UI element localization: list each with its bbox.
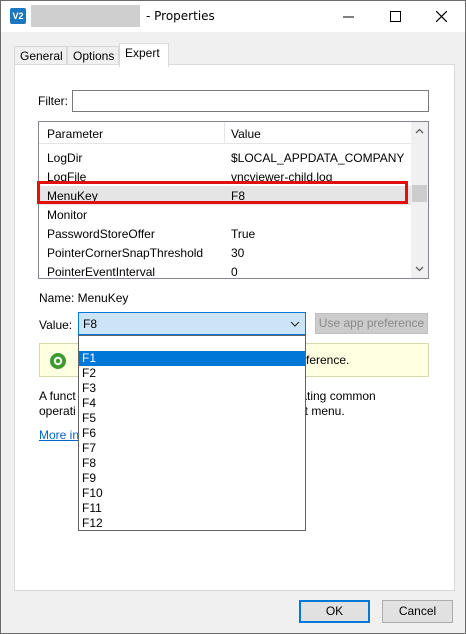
tab-strip: General Options Expert bbox=[14, 43, 455, 67]
column-header-parameter[interactable]: Parameter bbox=[47, 127, 103, 141]
redacted-title bbox=[31, 5, 140, 27]
option-item[interactable]: F12 bbox=[79, 516, 305, 531]
window-title: - Properties bbox=[146, 9, 215, 23]
selected-param-name: Name: MenuKey bbox=[39, 291, 129, 305]
value-dropdown-selected: F8 bbox=[83, 317, 98, 331]
ok-button[interactable]: OK bbox=[299, 600, 370, 623]
table-row[interactable]: LogFile vncviewer-child.log bbox=[39, 167, 411, 186]
description-line1-start: A funct bbox=[39, 389, 76, 403]
filter-label: Filter: bbox=[38, 94, 68, 108]
tab-general[interactable]: General bbox=[14, 46, 67, 66]
option-item[interactable]: F11 bbox=[79, 501, 305, 516]
chevron-down-icon bbox=[290, 321, 300, 327]
option-item[interactable]: F8 bbox=[79, 456, 305, 471]
param-name: LogFile bbox=[47, 170, 87, 184]
parameter-grid[interactable]: Parameter Value LogDir $LOCAL_APPDATA_CO… bbox=[38, 121, 429, 279]
tab-options[interactable]: Options bbox=[67, 46, 119, 66]
option-item[interactable]: F7 bbox=[79, 441, 305, 456]
param-name: LogDir bbox=[47, 151, 83, 165]
scroll-thumb[interactable] bbox=[412, 185, 427, 202]
minimize-button[interactable] bbox=[326, 1, 372, 32]
option-item[interactable]: F2 bbox=[79, 366, 305, 381]
param-value: F8 bbox=[231, 189, 246, 203]
close-button[interactable] bbox=[419, 1, 465, 32]
param-value: True bbox=[231, 227, 256, 241]
param-value: 30 bbox=[231, 246, 245, 260]
option-item[interactable]: F6 bbox=[79, 426, 305, 441]
tab-expert[interactable]: Expert bbox=[119, 43, 169, 67]
table-row-selected[interactable]: MenuKey F8 bbox=[39, 186, 411, 205]
table-row[interactable]: LogDir $LOCAL_APPDATA_COMPANY bbox=[39, 148, 411, 167]
option-item[interactable]: F5 bbox=[79, 411, 305, 426]
option-item[interactable]: F10 bbox=[79, 486, 305, 501]
param-name: Monitor bbox=[47, 208, 88, 222]
table-row[interactable]: PasswordStoreOffer True bbox=[39, 224, 411, 243]
grid-header: Parameter Value bbox=[39, 122, 411, 144]
grid-scrollbar[interactable] bbox=[411, 122, 428, 278]
maximize-button[interactable] bbox=[373, 1, 419, 32]
use-app-preference-button[interactable]: Use app preference bbox=[315, 313, 428, 334]
minimize-icon bbox=[343, 16, 354, 18]
option-item[interactable]: F4 bbox=[79, 396, 305, 411]
table-row[interactable]: Monitor bbox=[39, 205, 411, 224]
param-value: vncviewer-child.log bbox=[231, 170, 333, 184]
cancel-button[interactable]: Cancel bbox=[382, 600, 453, 623]
title-bar[interactable]: V2 - Properties bbox=[1, 1, 465, 32]
column-header-value[interactable]: Value bbox=[231, 127, 261, 141]
value-label: Value: bbox=[39, 318, 73, 332]
gear-icon bbox=[50, 353, 66, 369]
info-text: ference. bbox=[306, 353, 350, 367]
param-name: MenuKey bbox=[47, 189, 98, 203]
table-row[interactable]: PointerEventInterval 0 bbox=[39, 262, 411, 279]
description-line2-start: operati bbox=[39, 404, 76, 418]
param-value: $LOCAL_APPDATA_COMPANY bbox=[231, 151, 405, 165]
vnc-app-icon: V2 bbox=[10, 8, 26, 24]
param-name: PasswordStoreOffer bbox=[47, 227, 155, 241]
option-item-highlighted[interactable]: F1 bbox=[79, 351, 305, 366]
filter-input[interactable] bbox=[72, 90, 429, 112]
scroll-up-icon[interactable] bbox=[415, 127, 424, 136]
properties-window: V2 - Properties General Options Expert F… bbox=[0, 0, 466, 634]
maximize-icon bbox=[390, 11, 401, 22]
param-name: PointerEventInterval bbox=[47, 265, 156, 279]
value-options-list[interactable]: F1 F2 F3 F4 F5 F6 F7 F8 F9 F10 F11 F12 bbox=[78, 335, 306, 531]
param-name: PointerCornerSnapThreshold bbox=[47, 246, 204, 260]
scroll-down-icon[interactable] bbox=[415, 264, 424, 273]
param-value: 0 bbox=[231, 265, 238, 279]
close-icon bbox=[436, 11, 447, 22]
value-dropdown[interactable]: F8 bbox=[78, 312, 306, 335]
table-row[interactable]: PointerCornerSnapThreshold 30 bbox=[39, 243, 411, 262]
more-info-link[interactable]: More in bbox=[39, 428, 79, 442]
description-line1-end: tating common bbox=[297, 389, 376, 403]
option-item[interactable]: F9 bbox=[79, 471, 305, 486]
column-separator[interactable] bbox=[224, 122, 225, 144]
option-item[interactable]: F3 bbox=[79, 381, 305, 396]
